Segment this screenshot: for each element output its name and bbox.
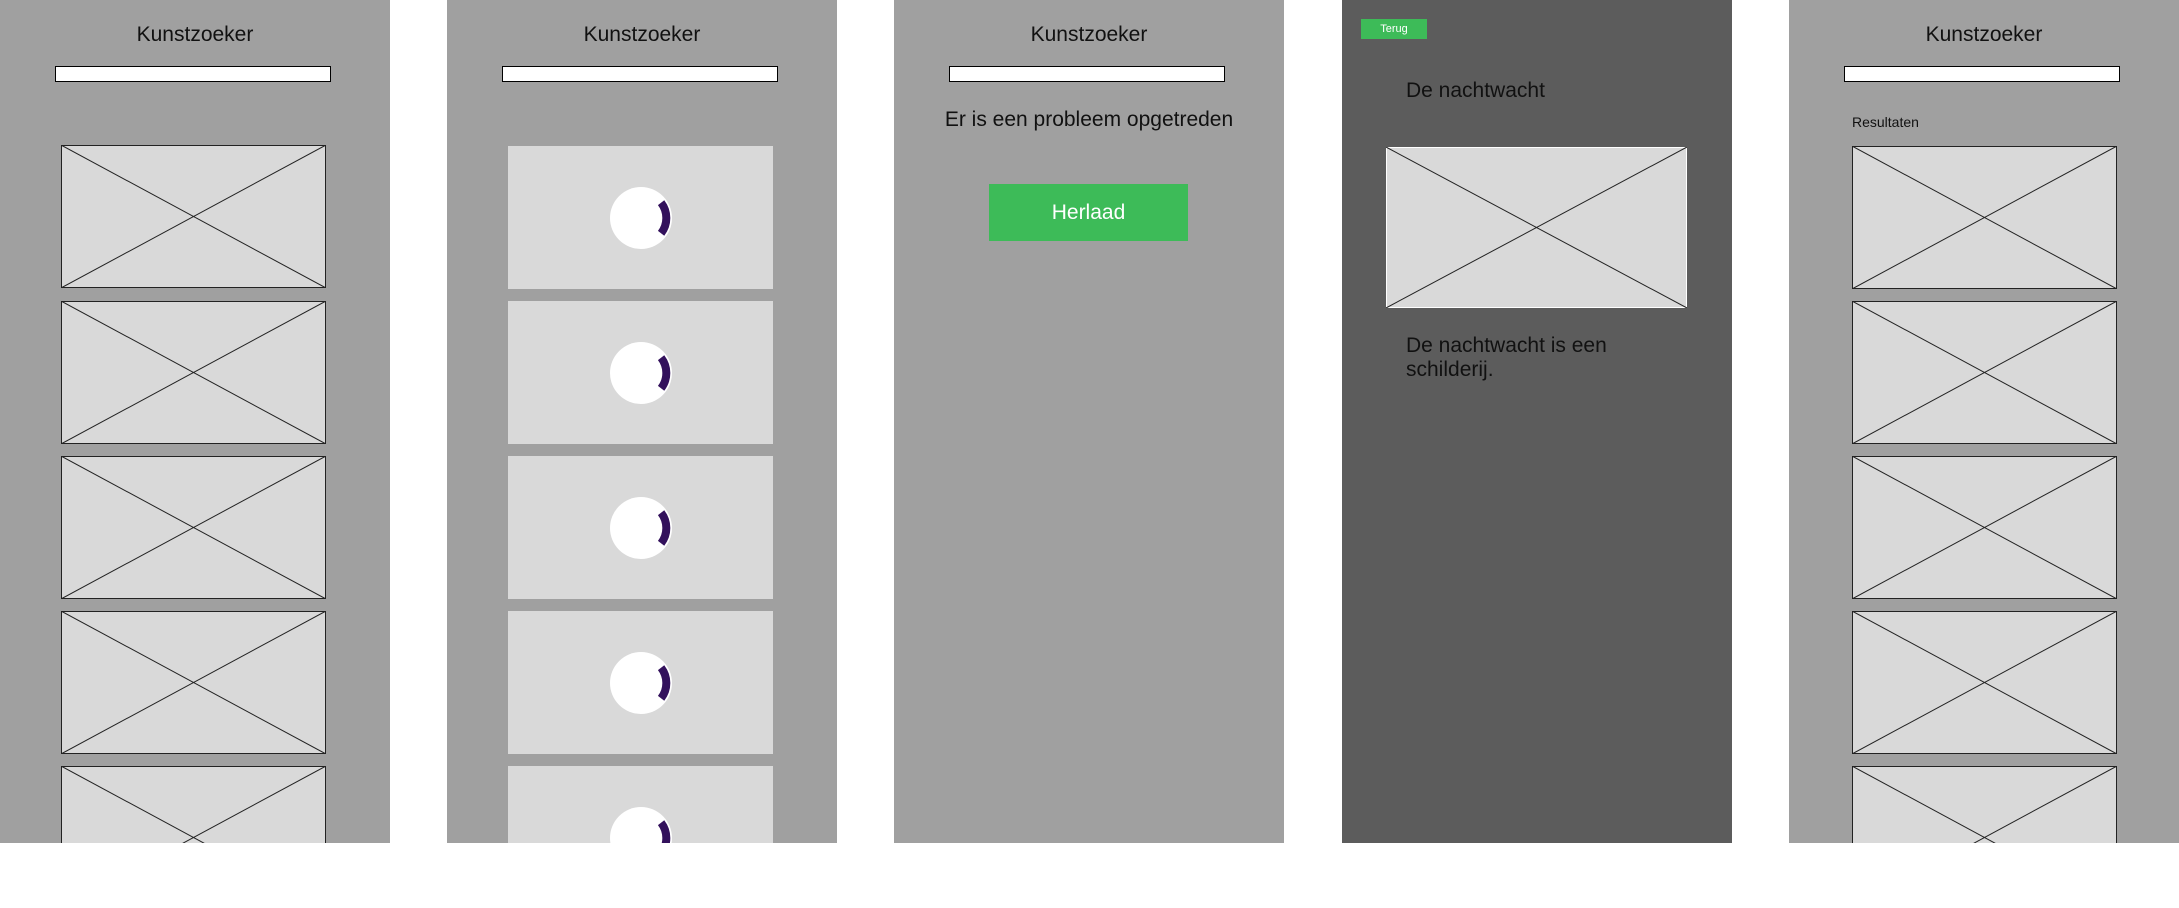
result-card[interactable] (1852, 456, 2117, 599)
loading-spinner-icon (609, 496, 672, 559)
detail-screen: Terug De nachtwacht De nachtwacht is een… (1342, 0, 1732, 843)
search-input[interactable] (55, 66, 331, 82)
result-card[interactable] (1852, 301, 2117, 444)
loading-spinner-icon (609, 341, 672, 404)
image-placeholder-icon (1386, 147, 1687, 308)
results-label: Resultaten (1852, 114, 1919, 130)
image-placeholder-icon (1852, 301, 2117, 444)
artwork-title: De nachtwacht (1406, 79, 1545, 102)
app-title: Kunstzoeker (1030, 23, 1148, 46)
result-card[interactable] (1852, 766, 2117, 843)
image-placeholder-icon (1852, 766, 2117, 843)
image-placeholder-icon (1852, 146, 2117, 289)
result-card[interactable] (61, 145, 326, 288)
loading-card (508, 456, 773, 599)
results-screen: Kunstzoeker Resultaten (1789, 0, 2179, 843)
app-title: Kunstzoeker (136, 23, 254, 46)
loading-card (508, 301, 773, 444)
back-button[interactable]: Terug (1361, 19, 1427, 39)
error-screen: Kunstzoeker Er is een probleem opgetrede… (894, 0, 1284, 843)
image-placeholder-icon (61, 611, 326, 754)
result-card[interactable] (61, 766, 326, 843)
result-card[interactable] (1852, 146, 2117, 289)
error-message: Er is een probleem opgetreden (944, 108, 1234, 131)
result-card[interactable] (61, 301, 326, 444)
image-placeholder-icon (61, 456, 326, 599)
search-input[interactable] (1844, 66, 2120, 82)
image-placeholder-icon (61, 301, 326, 444)
loading-card (508, 611, 773, 754)
search-input[interactable] (949, 66, 1225, 82)
result-card[interactable] (61, 611, 326, 754)
image-placeholder-icon (61, 766, 326, 843)
loading-card (508, 766, 773, 843)
app-title: Kunstzoeker (583, 23, 701, 46)
result-card[interactable] (1852, 611, 2117, 754)
loading-spinner-icon (609, 651, 672, 714)
loading-spinner-icon (609, 186, 672, 249)
loading-spinner-icon (609, 806, 672, 843)
reload-button[interactable]: Herlaad (989, 184, 1188, 241)
search-screen: Kunstzoeker (0, 0, 390, 843)
app-title: Kunstzoeker (1925, 23, 2043, 46)
artwork-image (1386, 147, 1687, 308)
result-card[interactable] (61, 456, 326, 599)
image-placeholder-icon (61, 145, 326, 288)
loading-screen: Kunstzoeker (447, 0, 837, 843)
search-input[interactable] (502, 66, 778, 82)
image-placeholder-icon (1852, 611, 2117, 754)
loading-card (508, 146, 773, 289)
artwork-description: De nachtwacht is een schilderij. (1406, 334, 1607, 381)
image-placeholder-icon (1852, 456, 2117, 599)
